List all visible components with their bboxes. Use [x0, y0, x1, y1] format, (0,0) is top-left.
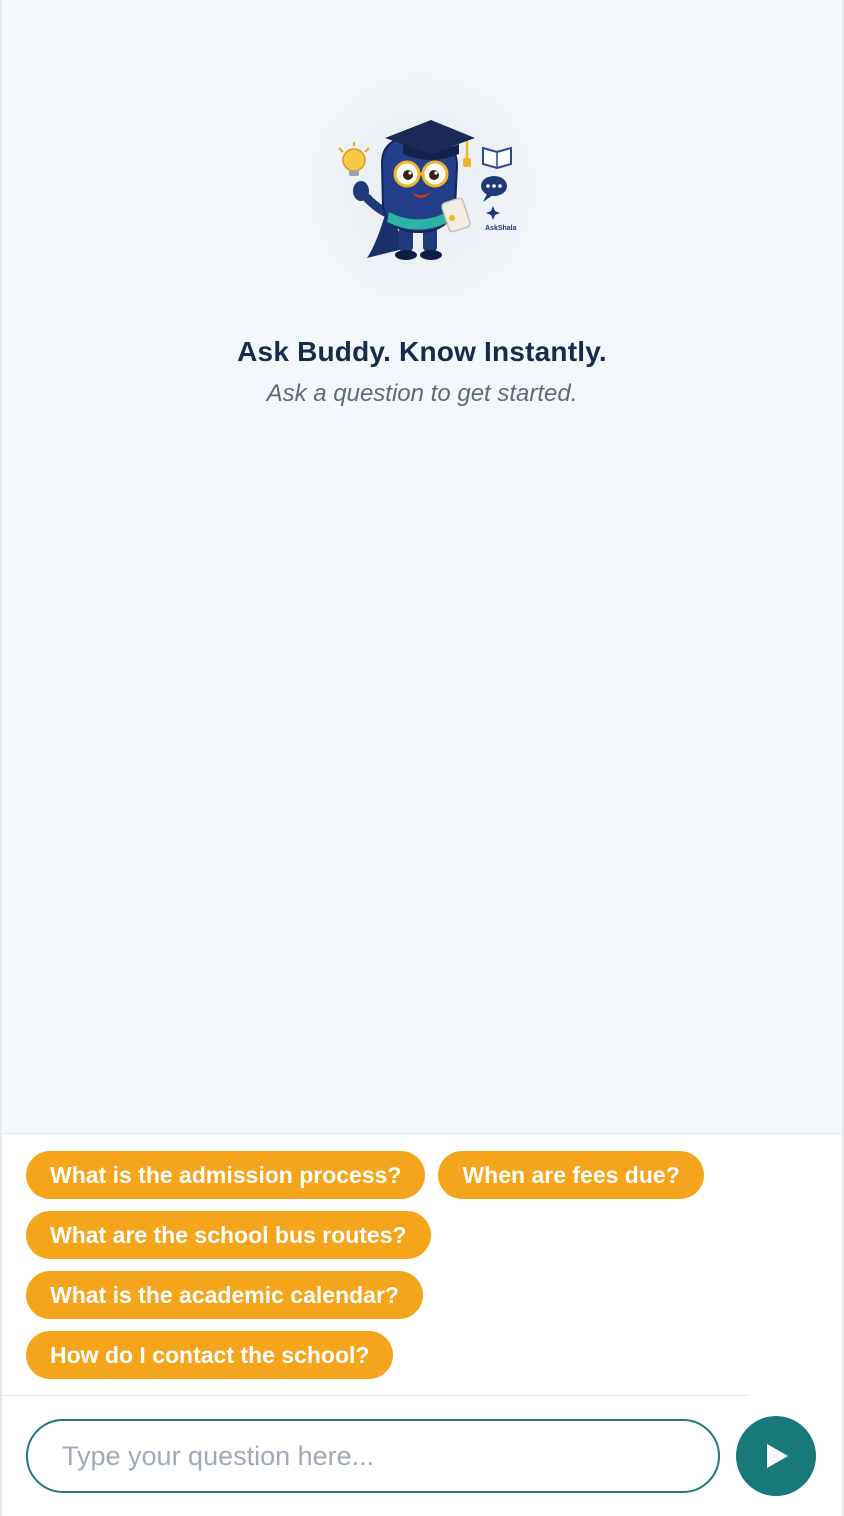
welcome-title: Ask Buddy. Know Instantly.: [237, 336, 607, 367]
send-play-icon: [767, 1444, 788, 1468]
composer-bar: [2, 1396, 842, 1516]
suggestion-chip-admission[interactable]: What is the admission process?: [26, 1151, 426, 1199]
suggestion-chip-academic-calendar[interactable]: What is the academic calendar?: [26, 1271, 423, 1319]
book-icon: [482, 146, 512, 170]
chat-bubble-icon: [481, 176, 507, 202]
svg-text:AskShala: AskShala: [485, 225, 517, 232]
chat-app: AskShala Ask Buddy. Know Instantly. Ask …: [0, 0, 844, 1516]
question-input[interactable]: [60, 1439, 718, 1473]
question-input-wrapper[interactable]: [26, 1419, 720, 1493]
graduate-mascot-icon: AskShala: [338, 120, 517, 260]
send-button[interactable]: [736, 1416, 816, 1496]
mascot-avatar: AskShala: [304, 70, 540, 306]
lightbulb-icon: [338, 142, 370, 176]
welcome-subtitle: Ask a question to get started.: [266, 380, 578, 407]
suggestion-chip-bus-routes[interactable]: What are the school bus routes?: [26, 1211, 431, 1259]
suggestion-chip-contact[interactable]: How do I contact the school?: [26, 1331, 394, 1379]
suggestion-chips: What is the admission process? When are …: [2, 1134, 750, 1396]
chat-message-area: AskShala Ask Buddy. Know Instantly. Ask …: [2, 0, 842, 1134]
suggestion-chip-fees[interactable]: When are fees due?: [438, 1151, 704, 1199]
welcome-hero: AskShala Ask Buddy. Know Instantly. Ask …: [2, 70, 842, 408]
